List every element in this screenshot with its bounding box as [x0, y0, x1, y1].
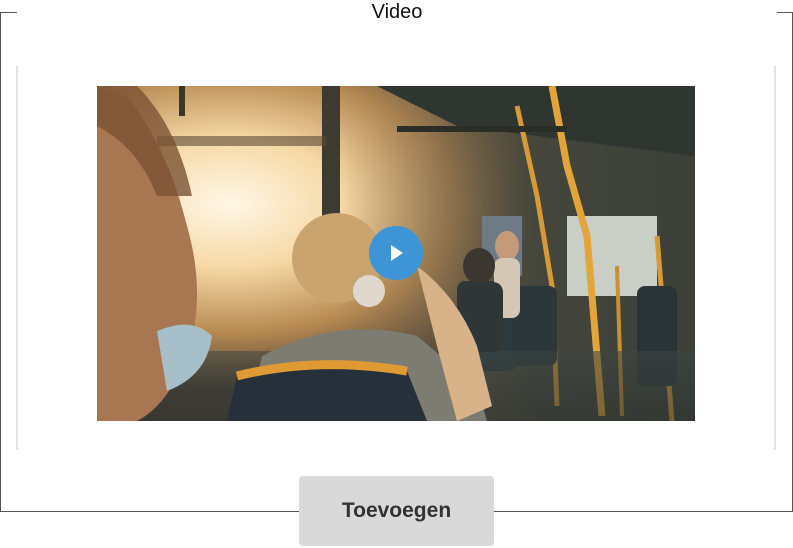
frame-border [777, 12, 793, 13]
play-button[interactable] [369, 226, 423, 280]
play-icon [391, 245, 403, 261]
frame-border [494, 511, 793, 512]
frame-border [0, 12, 17, 13]
frame-border [0, 511, 299, 512]
section-legend: Video [371, 1, 423, 23]
frame-border [0, 12, 1, 511]
video-section: Video Toevoegen [0, 0, 793, 548]
add-button[interactable]: Toevoegen [299, 476, 494, 546]
